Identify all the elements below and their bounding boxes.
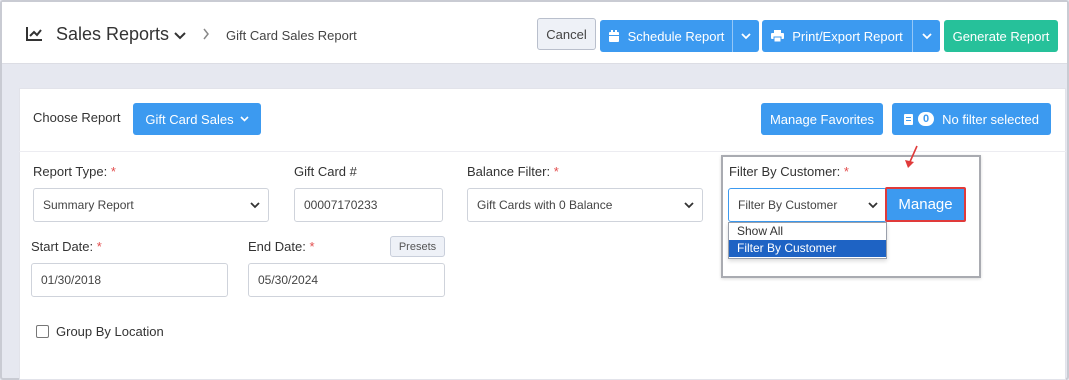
group-by-location-label[interactable]: Group By Location [56,324,164,339]
filter-status-button[interactable]: 0 No filter selected [892,103,1051,135]
end-date-label: End Date: * [248,239,315,254]
printer-icon [771,30,785,42]
annotation-arrow-icon [905,145,918,168]
selected-report-label: Gift Card Sales [145,111,234,127]
generate-report-button[interactable]: Generate Report [944,20,1058,52]
schedule-dropdown-toggle[interactable] [733,20,759,52]
chevron-down-icon [240,116,249,122]
chevron-down-icon [684,202,694,209]
required-marker: * [309,239,315,254]
report-type-label-text: Report Type: [33,164,108,179]
start-date-label: Start Date: * [31,239,102,254]
end-date-value: 05/30/2024 [258,273,319,287]
filter-list-icon [904,113,914,125]
start-date-label-text: Start Date: [31,239,94,254]
filter-by-customer-value: Filter By Customer [738,198,838,212]
filter-count-badge: 0 [918,112,935,126]
end-date-input[interactable]: 05/30/2024 [248,263,445,297]
dropdown-option-filter-by-customer[interactable]: Filter By Customer [729,240,886,257]
manage-button[interactable]: Manage [885,187,966,222]
group-by-location-checkbox[interactable] [36,325,49,338]
calendar-icon [608,29,620,43]
chevron-down-icon[interactable] [174,32,186,40]
page-title: Sales Reports [56,24,170,44]
report-type-select[interactable]: Summary Report [33,188,269,222]
schedule-report-button[interactable]: Schedule Report [600,20,733,52]
filter-status-label: No filter selected [942,111,1039,127]
start-date-value: 01/30/2018 [41,273,102,287]
dropdown-option-show-all[interactable]: Show All [729,223,886,240]
report-type-value: Summary Report [43,198,134,212]
chevron-right-icon [203,28,209,40]
choose-report-label: Choose Report [33,110,121,125]
chevron-down-icon [741,32,751,39]
required-marker: * [843,164,849,179]
chevron-down-icon [868,202,878,209]
line-chart-icon [26,27,42,41]
balance-filter-value: Gift Cards with 0 Balance [477,198,613,212]
breadcrumb: Gift Card Sales Report [226,28,357,43]
filter-by-customer-select[interactable]: Filter By Customer [728,188,887,222]
filter-by-customer-dropdown: Show All Filter By Customer [728,222,887,259]
required-marker: * [110,164,116,179]
schedule-report-label: Schedule Report [627,28,725,44]
print-export-dropdown-toggle[interactable] [913,20,940,52]
filter-by-customer-label: Filter By Customer: * [729,164,849,179]
chevron-down-icon [250,202,260,209]
report-selector-button[interactable]: Gift Card Sales [133,103,261,135]
print-export-button[interactable]: Print/Export Report [762,20,913,52]
print-export-label: Print/Export Report [792,28,903,44]
gift-card-input[interactable]: 00007170233 [294,188,443,222]
report-type-label: Report Type: * [33,164,116,179]
gift-card-value: 00007170233 [304,198,378,212]
gift-card-label: Gift Card # [294,164,357,179]
filter-by-customer-label-text: Filter By Customer: [729,164,841,179]
balance-filter-label-text: Balance Filter: [467,164,551,179]
end-date-label-text: End Date: [248,239,306,254]
cancel-button[interactable]: Cancel [537,18,596,50]
required-marker: * [96,239,102,254]
balance-filter-label: Balance Filter: * [467,164,559,179]
chevron-down-icon [921,32,932,39]
presets-button[interactable]: Presets [390,236,445,257]
required-marker: * [553,164,559,179]
manage-favorites-button[interactable]: Manage Favorites [761,103,883,135]
start-date-input[interactable]: 01/30/2018 [31,263,228,297]
balance-filter-select[interactable]: Gift Cards with 0 Balance [467,188,703,222]
